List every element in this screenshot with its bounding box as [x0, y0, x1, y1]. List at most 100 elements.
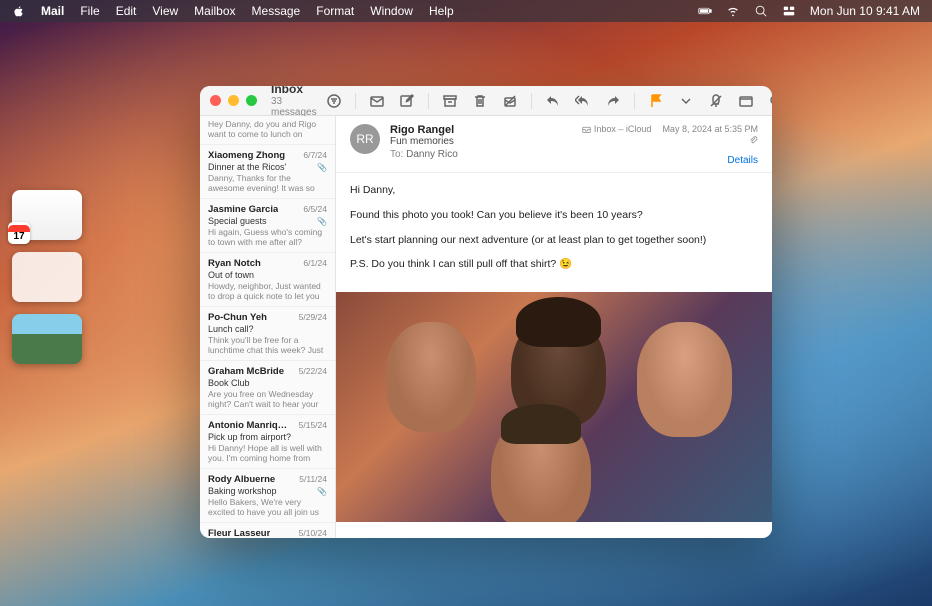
list-sender: Graham McBride	[208, 366, 284, 377]
forward-icon[interactable]	[604, 92, 622, 110]
message-list-item[interactable]: Fleur Lasseur5/10/24Soccer jerseysAre yo…	[200, 523, 335, 538]
message-list-item[interactable]: Ryan Notch 6/1/24 Out of townHowdy, neighb…	[200, 253, 335, 307]
menubar: Mail File Edit View Mailbox Message Form…	[0, 0, 932, 22]
window-subtitle: 33 messages	[271, 96, 317, 118]
list-sender: Antonio Manriquez	[208, 420, 290, 431]
message-pane: RR Rigo Rangel Fun memories To: Danny Ri…	[336, 116, 772, 538]
search-icon[interactable]	[767, 92, 772, 110]
inbox-icon	[582, 125, 591, 134]
apple-menu-icon[interactable]	[12, 5, 25, 18]
message-list-item[interactable]: Xiaomeng Zhong6/7/24Dinner at the Ricos'…	[200, 145, 335, 199]
menubar-app-name[interactable]: Mail	[41, 4, 64, 18]
list-date: 5/11/24	[299, 474, 327, 484]
list-date: 6/5/24	[303, 204, 327, 214]
list-subject: Book Club	[208, 378, 250, 388]
menubar-message[interactable]: Message	[252, 4, 301, 18]
mute-icon[interactable]	[707, 92, 725, 110]
list-sender: Fleur Lasseur	[208, 528, 270, 538]
battery-icon[interactable]	[698, 4, 712, 18]
reply-icon[interactable]	[544, 92, 562, 110]
reply-all-icon[interactable]	[574, 92, 592, 110]
photo-attachment[interactable]	[336, 292, 772, 522]
message-mailbox: Inbox – iCloud May 8, 2024 at 5:35 PM	[582, 124, 758, 134]
stage-item-calendar[interactable]: 17	[12, 190, 82, 240]
message-list-item[interactable]: Rody Albuerne 5/11/24 Baking workshop 📎Hell…	[200, 469, 335, 523]
message-header: RR Rigo Rangel Fun memories To: Danny Ri…	[336, 116, 772, 173]
menubar-format[interactable]: Format	[316, 4, 354, 18]
window-titlebar: Inbox 33 messages	[200, 86, 772, 116]
message-list-item[interactable]: Jasmine Garcia 6/5/24 Special guests 📎Hi ag…	[200, 199, 335, 253]
list-preview: Danny, Thanks for the awesome evening! I…	[208, 173, 327, 193]
attachment-icon	[582, 136, 758, 147]
window-controls	[210, 95, 257, 106]
list-date: 5/10/24	[299, 528, 327, 538]
list-sender: Po-Chun Yeh	[208, 312, 267, 323]
details-link[interactable]: Details	[582, 155, 758, 166]
list-preview: Hey Danny, do you and Rigo want to come …	[208, 119, 327, 139]
archive-icon[interactable]	[441, 92, 459, 110]
attachment-indicator-icon: 📎	[317, 163, 327, 172]
menubar-edit[interactable]: Edit	[116, 4, 137, 18]
flag-icon[interactable]	[647, 92, 665, 110]
trash-icon[interactable]	[471, 92, 489, 110]
body-paragraph: Hi Danny,	[350, 183, 758, 199]
attachment-indicator-icon: 📎	[317, 487, 327, 496]
stage-item-photos[interactable]	[12, 314, 82, 364]
list-subject: Pick up from airport?	[208, 432, 291, 442]
list-subject: Lunch call?	[208, 324, 254, 334]
list-preview: Think you'll be free for a lunchtime cha…	[208, 335, 327, 355]
list-sender: Xiaomeng Zhong	[208, 150, 285, 161]
message-list-item[interactable]: Hey Danny, do you and Rigo want to come …	[200, 116, 335, 145]
spotlight-icon[interactable]	[754, 4, 768, 18]
list-sender: Ryan Notch	[208, 258, 261, 269]
message-body: Hi Danny, Found this photo you took! Can …	[336, 173, 772, 292]
list-preview: Hi Danny! Hope all is well with you. I'm…	[208, 443, 327, 463]
menubar-view[interactable]: View	[152, 4, 178, 18]
compose-icon[interactable]	[398, 92, 416, 110]
menubar-mailbox[interactable]: Mailbox	[194, 4, 235, 18]
toolbar	[325, 92, 772, 110]
body-paragraph: Found this photo you took! Can you belie…	[350, 208, 758, 224]
message-list-item[interactable]: Po-Chun Yeh5/29/24Lunch call?Think you'l…	[200, 307, 335, 361]
list-subject: Out of town	[208, 270, 254, 280]
minimize-button[interactable]	[228, 95, 239, 106]
filter-icon[interactable]	[325, 92, 343, 110]
body-paragraph: Let's start planning our next adventure …	[350, 233, 758, 249]
menubar-file[interactable]: File	[80, 4, 99, 18]
attachment-indicator-icon: 📎	[317, 217, 327, 226]
list-preview: Are you free on Wednesday night? Can't w…	[208, 389, 327, 409]
message-to: To: Danny Rico	[390, 149, 572, 160]
message-list[interactable]: Hey Danny, do you and Rigo want to come …	[200, 116, 336, 538]
list-subject: Baking workshop	[208, 486, 277, 496]
avatar: RR	[350, 124, 380, 154]
junk-icon[interactable]	[501, 92, 519, 110]
move-icon[interactable]	[737, 92, 755, 110]
message-list-item[interactable]: Graham McBride 5/22/24 Book ClubAre you fr…	[200, 361, 335, 415]
list-sender: Rody Albuerne	[208, 474, 275, 485]
calendar-app-icon: 17	[8, 222, 30, 244]
list-date: 6/1/24	[303, 258, 327, 268]
close-button[interactable]	[210, 95, 221, 106]
stage-item-document[interactable]	[12, 252, 82, 302]
list-date: 5/22/24	[299, 366, 327, 376]
message-subject: Fun memories	[390, 136, 572, 147]
zoom-button[interactable]	[246, 95, 257, 106]
list-subject: Special guests	[208, 216, 267, 226]
menubar-window[interactable]: Window	[370, 4, 413, 18]
list-preview: Hello Bakers, We're very excited to have…	[208, 497, 327, 517]
list-sender: Jasmine Garcia	[208, 204, 278, 215]
control-center-icon[interactable]	[782, 4, 796, 18]
message-list-item[interactable]: Antonio Manriquez 5/15/24 Pick up from air…	[200, 415, 335, 469]
window-title: Inbox	[271, 86, 317, 96]
chevron-down-icon[interactable]	[677, 92, 695, 110]
message-from: Rigo Rangel	[390, 124, 572, 136]
list-date: 6/7/24	[303, 150, 327, 160]
list-preview: Hi again, Guess who's coming to town wit…	[208, 227, 327, 247]
menubar-help[interactable]: Help	[429, 4, 454, 18]
mail-window: Inbox 33 messages Hey Danny, do you and …	[200, 86, 772, 538]
wifi-icon[interactable]	[726, 4, 740, 18]
list-preview: Howdy, neighbor, Just wanted to drop a q…	[208, 281, 327, 301]
new-message-icon[interactable]	[368, 92, 386, 110]
menubar-clock[interactable]: Mon Jun 10 9:41 AM	[810, 4, 920, 18]
list-date: 5/15/24	[299, 420, 327, 430]
